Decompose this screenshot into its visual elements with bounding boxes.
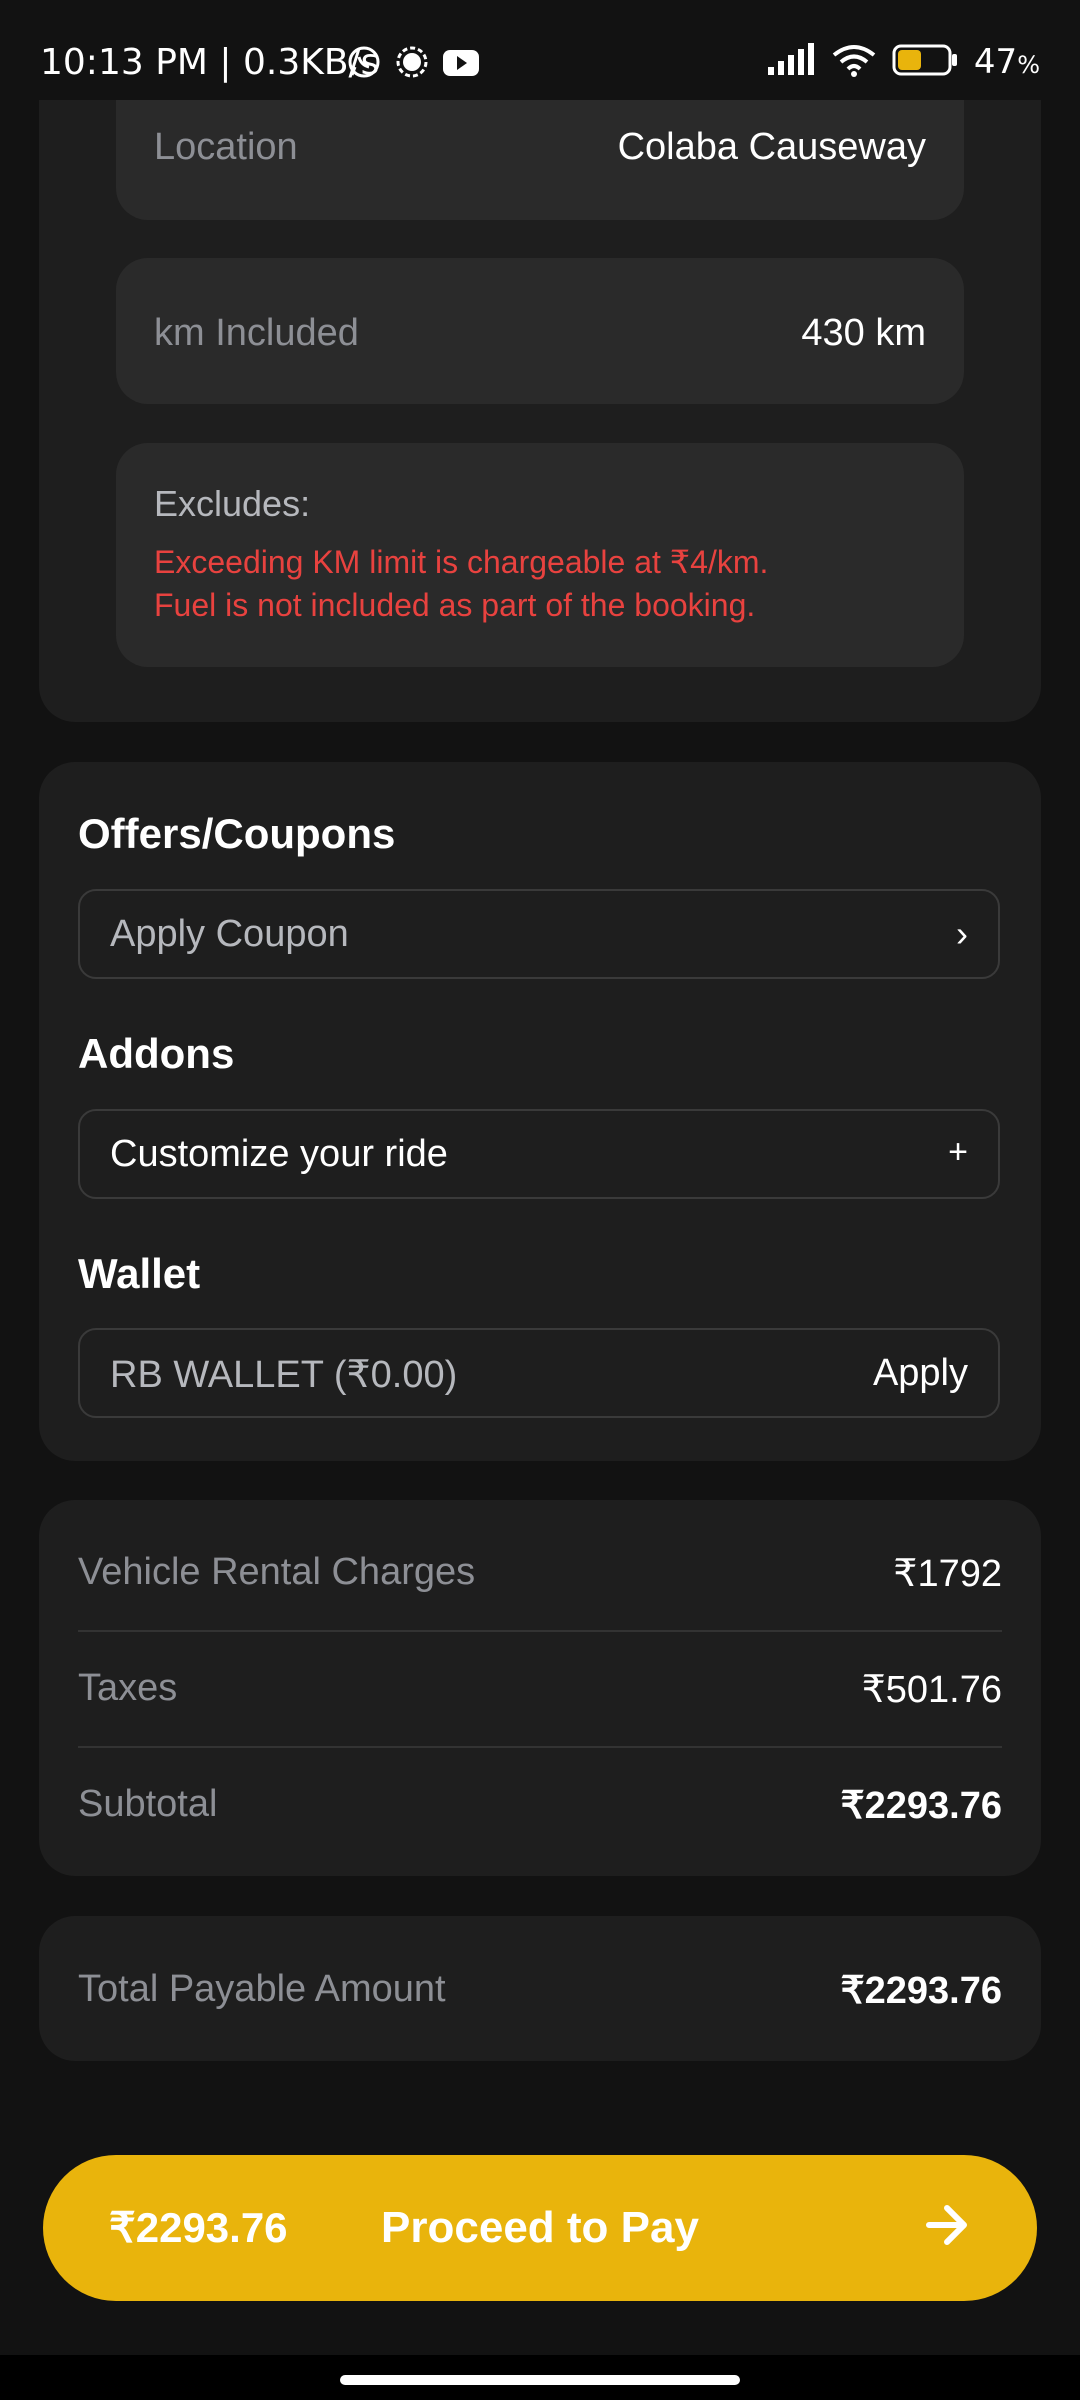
charge-row-subtotal: Subtotal ₹2293.76: [39, 1747, 1041, 1862]
wifi-icon: [832, 43, 876, 82]
whatsapp-icon: [346, 44, 382, 85]
pay-label: Proceed to Pay: [381, 2203, 699, 2252]
wallet-balance-label: RB WALLET (₹0.00): [110, 1354, 458, 1396]
charge-value: ₹501.76: [861, 1669, 1002, 1711]
plus-icon: +: [948, 1133, 968, 1171]
excludes-title: Excludes:: [154, 483, 311, 524]
offers-title: Offers/Coupons: [78, 810, 396, 857]
charge-row-rental: Vehicle Rental Charges ₹1792: [39, 1515, 1041, 1630]
excludes-box: Excludes: Exceeding KM limit is chargeab…: [116, 443, 964, 667]
status-time: 10:13 PM | 0.3KB/s: [40, 42, 380, 83]
excludes-line: Exceeding KM limit is chargeable at ₹4/k…: [154, 544, 769, 580]
excludes-line: Fuel is not included as part of the book…: [154, 587, 756, 623]
km-included-row: km Included 430 km: [116, 258, 964, 404]
wallet-apply-button[interactable]: Apply: [873, 1352, 968, 1395]
total-card: Total Payable Amount ₹2293.76: [39, 1916, 1041, 2061]
addons-title: Addons: [78, 1030, 235, 1077]
youtube-icon: [442, 44, 480, 85]
cellular-signal-icon: [766, 42, 816, 82]
signal-app-icon: [394, 44, 430, 85]
battery-icon: [892, 43, 958, 82]
proceed-to-pay-button[interactable]: ₹2293.76 Proceed to Pay: [43, 2155, 1037, 2301]
apply-coupon-label: Apply Coupon: [110, 913, 349, 955]
charge-label: Vehicle Rental Charges: [78, 1551, 476, 1593]
km-included-value: 430 km: [801, 312, 926, 354]
total-label: Total Payable Amount: [78, 1968, 446, 2010]
chevron-right-icon: ›: [956, 913, 968, 954]
arrow-right-icon: [923, 2199, 971, 2256]
location-value: Colaba Causeway: [617, 126, 926, 168]
navigation-bar: [0, 2355, 1080, 2400]
location-label: Location: [154, 126, 298, 168]
battery-percent: 47%: [973, 42, 1040, 82]
apply-coupon-button[interactable]: Apply Coupon ›: [78, 889, 1000, 979]
wallet-field: RB WALLET (₹0.00) Apply: [78, 1328, 1000, 1418]
total-value: ₹2293.76: [840, 1970, 1002, 2012]
wallet-title: Wallet: [78, 1250, 201, 1297]
system-icons: 47%: [766, 42, 1040, 82]
charge-label: Subtotal: [78, 1783, 218, 1825]
customize-ride-label: Customize your ride: [110, 1133, 448, 1175]
charge-value: ₹2293.76: [840, 1785, 1002, 1827]
home-indicator[interactable]: [340, 2375, 740, 2385]
notification-icons: [346, 44, 480, 85]
charge-value: ₹1792: [893, 1553, 1002, 1595]
charge-row-taxes: Taxes ₹501.76: [39, 1631, 1041, 1746]
customize-ride-button[interactable]: Customize your ride +: [78, 1109, 1000, 1199]
status-bar: 10:13 PM | 0.3KB/s 47%: [0, 0, 1080, 100]
km-included-label: km Included: [154, 312, 359, 354]
charge-label: Taxes: [78, 1667, 178, 1709]
